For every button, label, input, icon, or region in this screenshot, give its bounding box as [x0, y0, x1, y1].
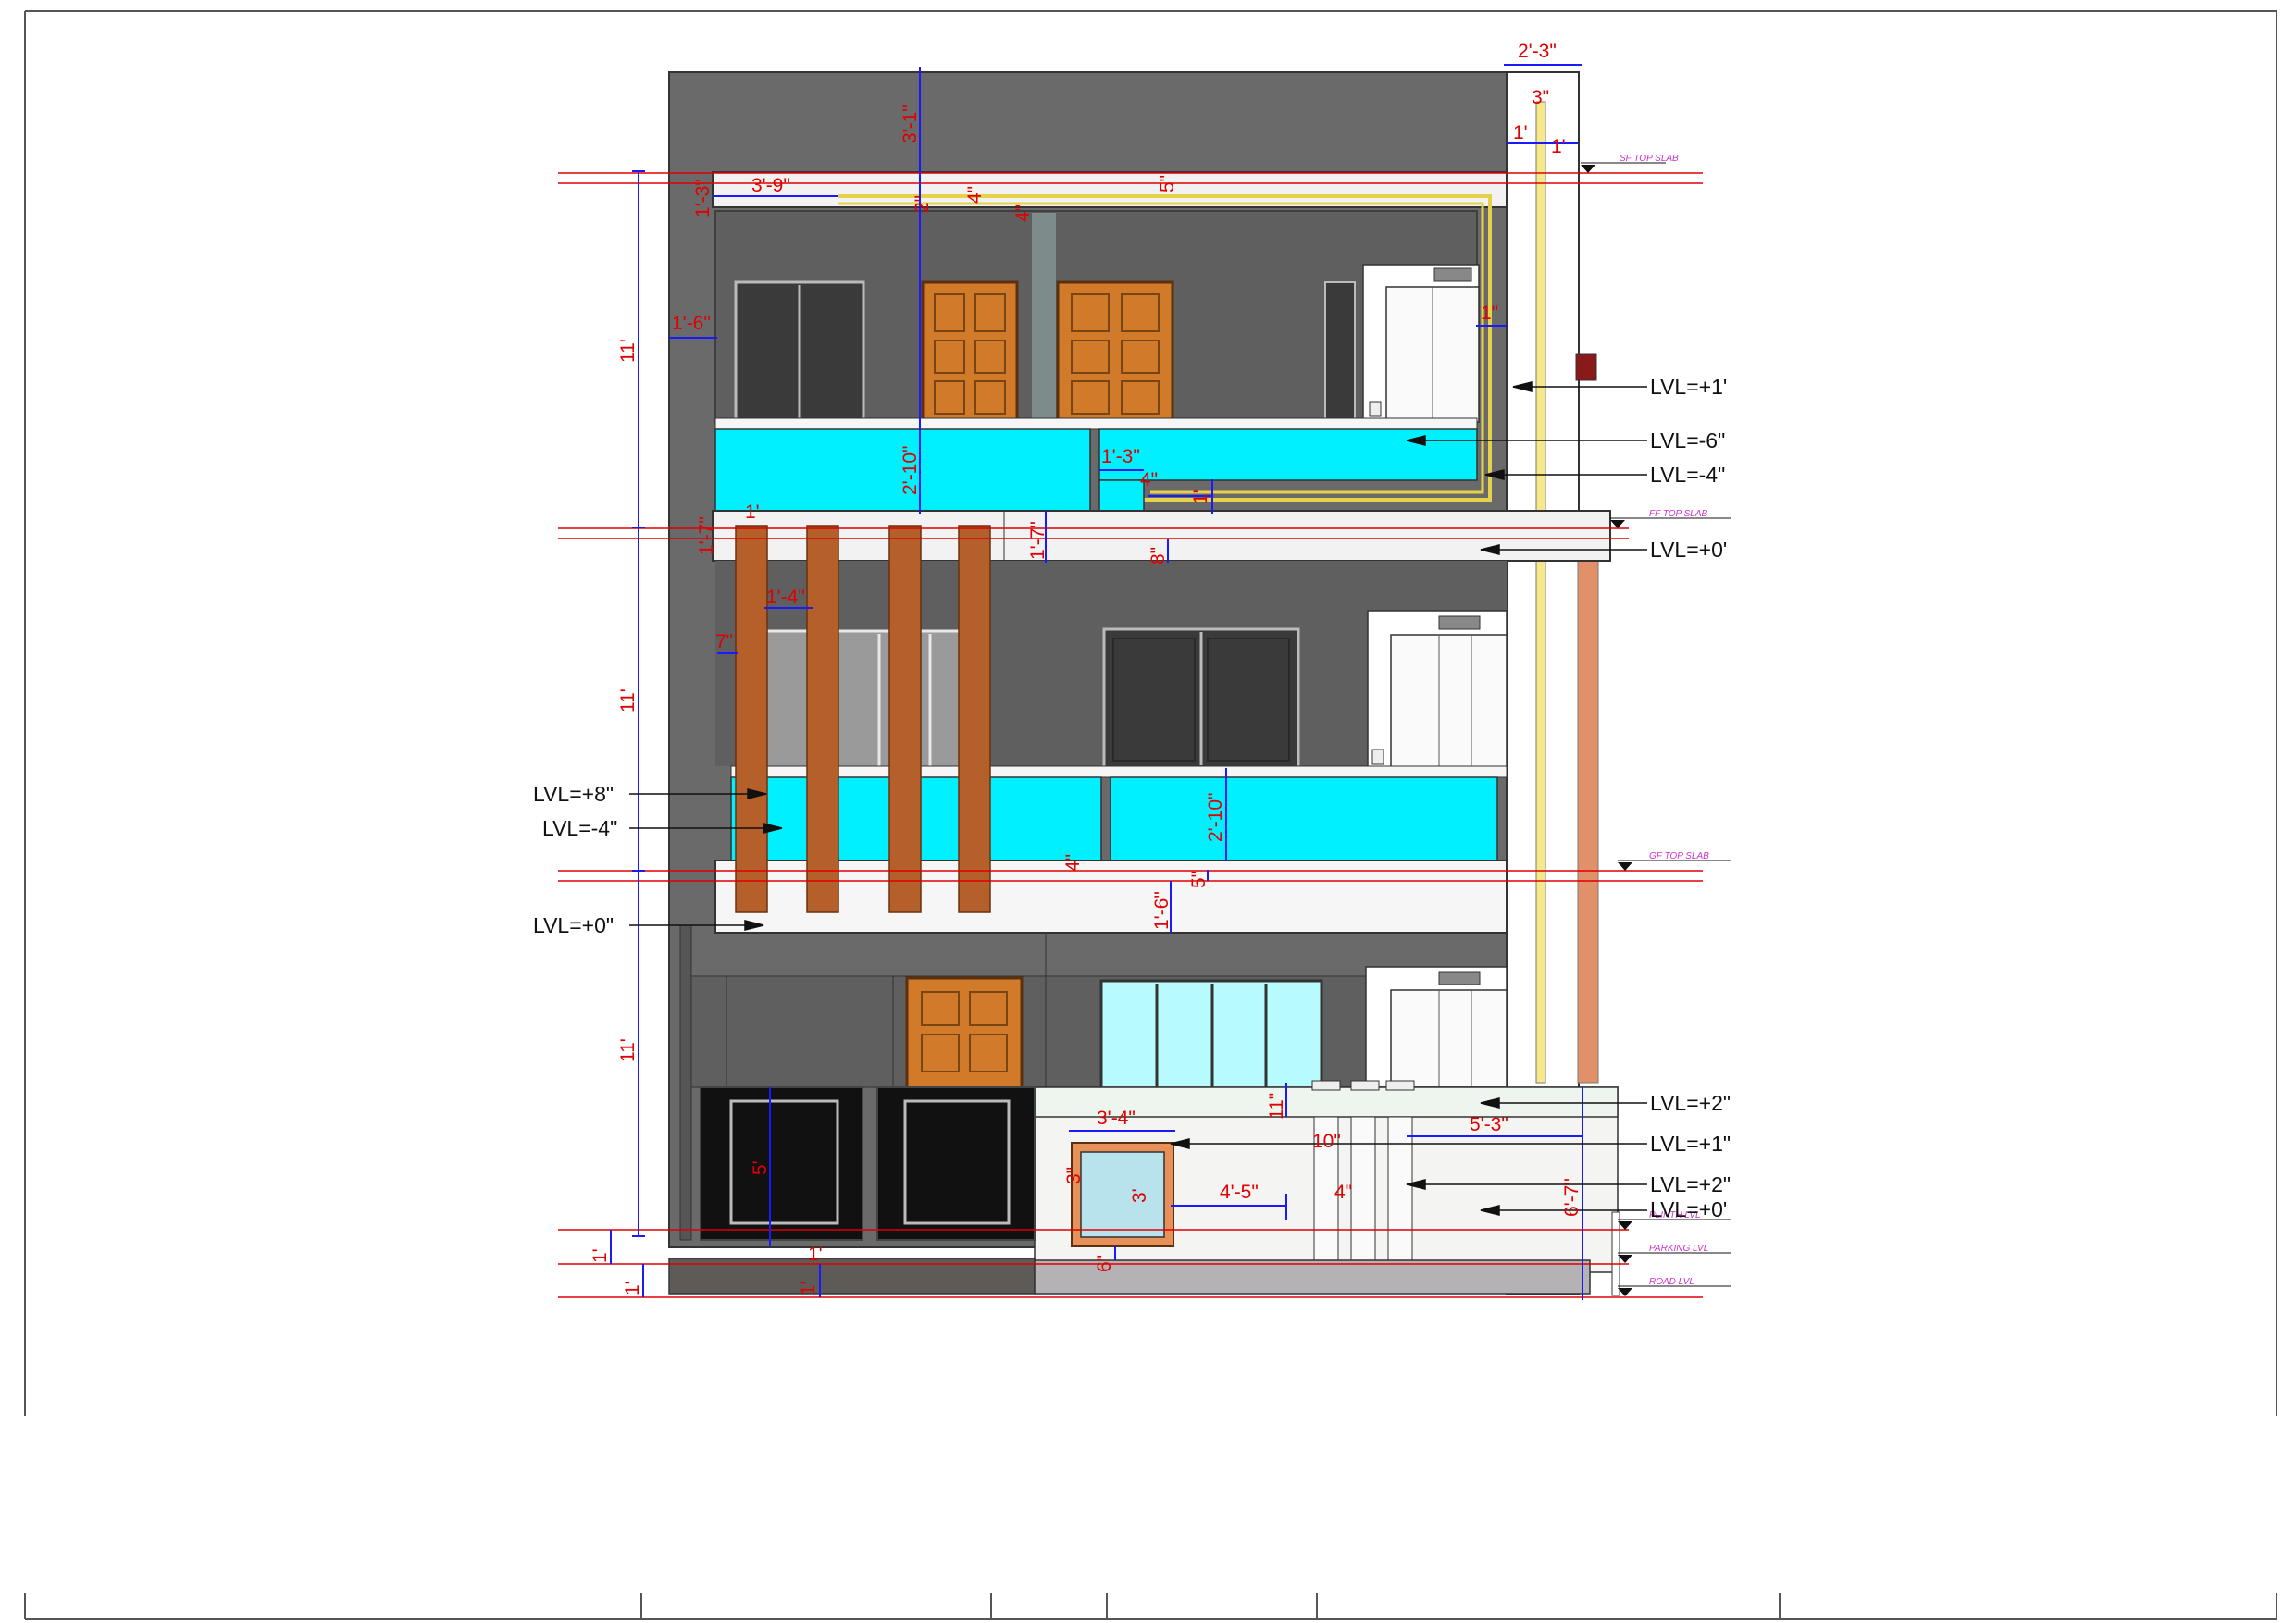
gf-lift	[1365, 966, 1508, 1088]
ff-main-window	[1102, 627, 1300, 770]
dim-top-width: 2'-3"	[1518, 41, 1557, 62]
tag-gf-top-slab: GF TOP SLAB	[1649, 851, 1709, 861]
dim-11: 11"	[1266, 1093, 1287, 1120]
dim-4c: 4"	[1334, 1182, 1352, 1203]
dim-canopy: 3'-9"	[751, 175, 790, 196]
copper-pipe	[1577, 545, 1599, 1084]
sf-rail-top	[714, 417, 1478, 430]
ff-glass-rail-right	[1110, 776, 1498, 861]
gf-door	[905, 976, 1024, 1091]
lvl-ff-plus0: LVL=+0'	[1650, 538, 1727, 562]
lvl-sf-minus6: LVL=-6"	[1650, 428, 1725, 452]
dim-sf-wall: 1'-6"	[672, 313, 711, 334]
dim-win-w: 3'-4"	[1097, 1108, 1136, 1129]
sliding-gate-right	[876, 1086, 1036, 1241]
dim-4in: 4"	[964, 186, 986, 204]
dim-top-1a: 1'	[1513, 122, 1528, 143]
dim-gf-5in: 5"	[1188, 871, 1210, 888]
dim-slab-1-3: 1'-3"	[692, 179, 714, 217]
red-fixture	[1575, 353, 1597, 381]
lvl-gf-plus0b: LVL=+0'	[1650, 1197, 1727, 1221]
dim-parapet: 3'-1"	[900, 105, 921, 143]
dim-floor-sf: 11'	[617, 339, 639, 363]
sf-narrow-window	[1324, 281, 1356, 422]
dim-top-1b: 1'	[1551, 136, 1566, 157]
dim-wall-4-5: 4'-5"	[1220, 1182, 1259, 1203]
dim-gf-1-6: 1'-6"	[1151, 891, 1173, 930]
dim-ff-7in: 7"	[715, 631, 733, 652]
dim-sf-4in: 4"	[1140, 469, 1158, 490]
lvl-sf-plus1: LVL=+1'	[1650, 375, 1727, 399]
sf-door-left	[921, 280, 1019, 423]
dim-floor-ff: 11'	[617, 688, 639, 712]
title-block	[24, 1593, 2277, 1620]
gf-window	[1099, 979, 1323, 1092]
dim-ff-1-4: 1'-4"	[766, 587, 805, 608]
dim-sf-1in: 1"	[1481, 303, 1498, 324]
dim-ff-1-7b: 1'-7"	[1027, 521, 1049, 560]
dim-5in: 5"	[1157, 175, 1178, 192]
tag-sf-top-slab: SF TOP SLAB	[1620, 154, 1679, 164]
square-wall-window	[1071, 1142, 1174, 1247]
dim-floor-gf: 11'	[617, 1038, 639, 1062]
lvl-sf-minus4: LVL=-4"	[1650, 463, 1725, 487]
lvl-gf-plus1: LVL=+1"	[1650, 1132, 1731, 1156]
road-surface	[1034, 1259, 1591, 1295]
dim-top-3: 3"	[1532, 87, 1549, 108]
dim-win-6: 6"	[1094, 1255, 1115, 1272]
dim-ff-1-7: 1'-7"	[696, 516, 717, 555]
dim-10: 10"	[1312, 1131, 1341, 1152]
dim-2in: 2"	[912, 195, 933, 213]
dim-road-1: 1'	[622, 1281, 643, 1295]
tag-road-lvl: ROAD LVL	[1649, 1277, 1694, 1287]
dim-sf-1-3b: 1'-3"	[1101, 446, 1140, 467]
dim-gate-h: 5'	[750, 1160, 771, 1175]
dim-sf-rail-h: 2'-10"	[900, 446, 921, 496]
dim-gf-4in: 4"	[1062, 854, 1084, 872]
lvl-gf-plus2: LVL=+2"	[1650, 1091, 1731, 1115]
sf-glass-strip	[1032, 213, 1056, 421]
sf-top-slab	[712, 171, 1508, 208]
dim-ff-rail-h: 2'-10"	[1205, 793, 1226, 843]
tag-ff-top-slab: FF TOP SLAB	[1649, 509, 1707, 519]
yellow-pipe	[1535, 101, 1546, 1084]
dim-win-3: 3"	[1063, 1167, 1085, 1184]
sf-lift	[1362, 264, 1480, 423]
dim-6-7: 6'-7"	[1561, 1178, 1582, 1217]
dim-win-h: 3'	[1129, 1188, 1150, 1203]
dim-sf-1: 1'	[1190, 489, 1211, 504]
elevation-drawing-sheet: SF TOP SLAB FF TOP SLAB GF TOP SLAB PLIN…	[24, 10, 2277, 1620]
ff-rail-top	[730, 765, 1508, 778]
building-elevation	[668, 71, 1620, 1296]
gate-pillar-3	[1387, 1116, 1413, 1273]
fin-3	[888, 525, 922, 913]
gate-pillar-2	[1350, 1116, 1376, 1273]
dim-step-1b: 1'	[808, 1244, 823, 1265]
dim-ff-1: 1'	[745, 502, 760, 523]
dim-4in-b: 4"	[1012, 204, 1034, 222]
fin-1	[735, 525, 768, 913]
ff-lift	[1367, 610, 1508, 769]
dim-ff-8in: 8"	[1148, 547, 1169, 564]
dim-step-1: 1'	[798, 1281, 819, 1295]
sf-door-right	[1056, 280, 1174, 423]
dim-5-3: 5'-3"	[1470, 1114, 1508, 1135]
lvl-gf-plus2b: LVL=+2"	[1650, 1172, 1731, 1196]
sliding-gate-left	[700, 1086, 863, 1241]
lvl-ff-minus4: LVL=-4"	[542, 816, 617, 840]
tag-parking-lvl: PARKING LVL	[1649, 1244, 1708, 1254]
lvl-ff-plus8: LVL=+8"	[533, 782, 614, 806]
fin-4	[958, 525, 991, 913]
fin-2	[806, 525, 839, 913]
dim-plinth-1: 1'	[590, 1248, 611, 1263]
lvl-gf-plus0: LVL=+0"	[533, 913, 614, 937]
